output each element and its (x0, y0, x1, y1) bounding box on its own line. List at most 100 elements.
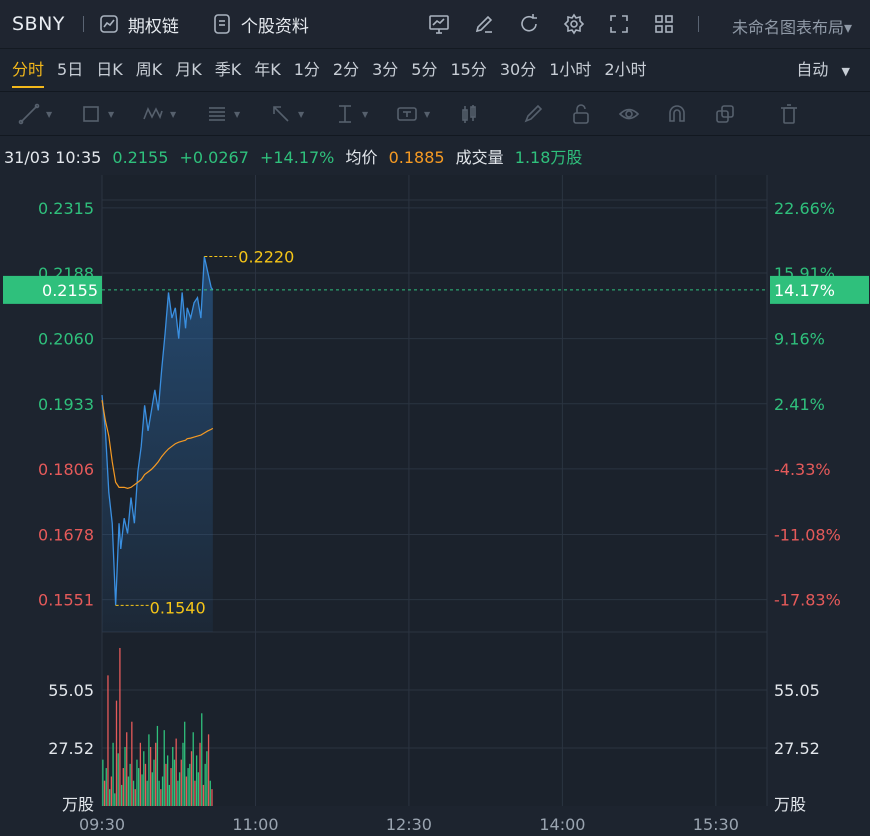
wave-tool[interactable]: ▼ (142, 102, 176, 126)
period-tab-8[interactable]: 2分 (333, 49, 359, 91)
brush-tool[interactable] (522, 102, 544, 126)
rect-tool[interactable]: ▼ (80, 102, 114, 126)
volume-bar (132, 780, 135, 806)
indicator-icon[interactable] (428, 13, 450, 35)
volume-bar (211, 789, 213, 806)
volume-bar (134, 789, 136, 806)
price-tick-label: 0.1678 (38, 526, 94, 545)
period-tab-14[interactable]: 2小时 (604, 49, 646, 91)
volume-value: 1.18万股 (514, 148, 583, 167)
price-tick-label: 0.1551 (38, 591, 94, 610)
volume-bar (163, 730, 165, 806)
current-price-badge-label: 0.2155 (42, 281, 98, 300)
fibonacci-icon (209, 107, 225, 121)
magnet-tool[interactable] (666, 102, 688, 126)
arrow-tool-icon (273, 106, 289, 122)
fullscreen-icon[interactable] (608, 13, 630, 35)
period-tab-3[interactable]: 周K (136, 49, 163, 91)
volume-bar (201, 713, 203, 806)
period-tab-11[interactable]: 15分 (450, 49, 486, 91)
time-tick-label: 14:00 (539, 815, 585, 834)
text-tool-caret-icon: ▼ (424, 109, 431, 119)
intraday-chart[interactable]: 0.22200.15400.23150.21880.20600.19330.18… (0, 170, 870, 836)
volume-bar (185, 776, 188, 806)
volume-bar (178, 772, 181, 806)
volume-bar (189, 763, 191, 806)
period-tab-7[interactable]: 1分 (294, 49, 320, 91)
volume-bar (158, 780, 160, 806)
grid-layout-icon[interactable] (653, 13, 675, 35)
period-tab-12[interactable]: 30分 (500, 49, 536, 91)
volume-bar (192, 732, 194, 806)
arrow-tool[interactable]: ▼ (270, 102, 304, 126)
period-tab-9[interactable]: 3分 (372, 49, 398, 91)
candle-tool[interactable] (458, 102, 480, 126)
price-tick-label: 0.2060 (38, 330, 94, 349)
delete-tool[interactable] (778, 102, 800, 126)
volume-bar (143, 751, 145, 806)
volume-bar (155, 742, 157, 806)
volume-tick-label-right: 27.52 (774, 739, 820, 758)
volume-bar (138, 768, 140, 806)
options-chain-label: 期权链 (127, 16, 179, 37)
volume-bar (115, 700, 118, 806)
brush-icon (524, 104, 543, 123)
line-tool[interactable]: ▼ (18, 102, 52, 126)
lock-tool[interactable] (570, 102, 592, 126)
settings-gear-icon[interactable] (563, 13, 585, 35)
pct-tick-label: 2.41% (774, 395, 825, 414)
volume-tick-label-right: 55.05 (774, 681, 820, 700)
volume-bar (119, 647, 121, 806)
period-tab-5[interactable]: 季K (215, 49, 242, 91)
volume-bar (148, 734, 150, 806)
wave-pattern-icon (143, 107, 163, 120)
auto-scale-select[interactable]: 自动 ▼ (796, 49, 850, 91)
layout-select[interactable]: 未命名图表布局▾ (732, 14, 852, 38)
volume-bar (180, 759, 182, 806)
volume-bar (144, 763, 147, 806)
text-tool[interactable]: ▼ (396, 102, 430, 126)
avg-price-label: 均价 (345, 148, 378, 167)
volume-bar (102, 759, 104, 806)
eye-icon (618, 108, 640, 120)
period-tab-4[interactable]: 月K (175, 49, 202, 91)
fib-tool[interactable]: ▼ (206, 102, 240, 126)
rectangle-tool-icon (83, 106, 99, 122)
top-toolbar: SBNY 期权链 个股资料 未命名图表布局▾ (0, 0, 870, 49)
volume-bar (182, 742, 184, 806)
volume-bar (122, 768, 124, 806)
period-tab-13[interactable]: 1小时 (549, 49, 591, 91)
arrow-tool-caret-icon: ▼ (298, 109, 305, 119)
price-tick-label: 0.2315 (38, 199, 94, 218)
line-tool-icon (18, 103, 40, 125)
measure-tool-caret-icon: ▼ (362, 109, 369, 119)
volume-bar (141, 774, 143, 806)
volume-bar (107, 675, 109, 806)
magnet-icon (669, 105, 685, 122)
draw-pen-icon[interactable] (473, 13, 495, 35)
volume-bar (136, 759, 138, 806)
quote-change: +0.0267 (179, 148, 249, 167)
period-tab-1[interactable]: 5日 (57, 49, 83, 91)
volume-bar (160, 789, 162, 806)
price-tick-label: 0.1933 (38, 395, 94, 414)
stock-profile-button[interactable]: 个股资料 (211, 12, 309, 37)
copy-tool[interactable] (714, 102, 736, 126)
period-tab-10[interactable]: 5分 (411, 49, 437, 91)
visibility-tool[interactable] (618, 102, 640, 126)
options-chain-button[interactable]: 期权链 (98, 12, 179, 37)
period-tab-6[interactable]: 年K (254, 49, 281, 91)
measure-tool[interactable]: ▼ (334, 102, 368, 126)
symbol-label[interactable]: SBNY (12, 13, 65, 35)
volume-bar (168, 784, 171, 806)
volume-bar (195, 755, 198, 806)
volume-bar (173, 759, 176, 806)
period-tab-2[interactable]: 日K (96, 49, 123, 91)
period-tab-0[interactable]: 分时 (12, 49, 45, 91)
pct-tick-label: 9.16% (774, 330, 825, 349)
refresh-icon[interactable] (518, 13, 540, 35)
volume-tick-label-left: 27.52 (48, 739, 94, 758)
quote-price: 0.2155 (112, 148, 169, 167)
volume-bar (209, 780, 211, 806)
volume-bar (156, 725, 159, 806)
